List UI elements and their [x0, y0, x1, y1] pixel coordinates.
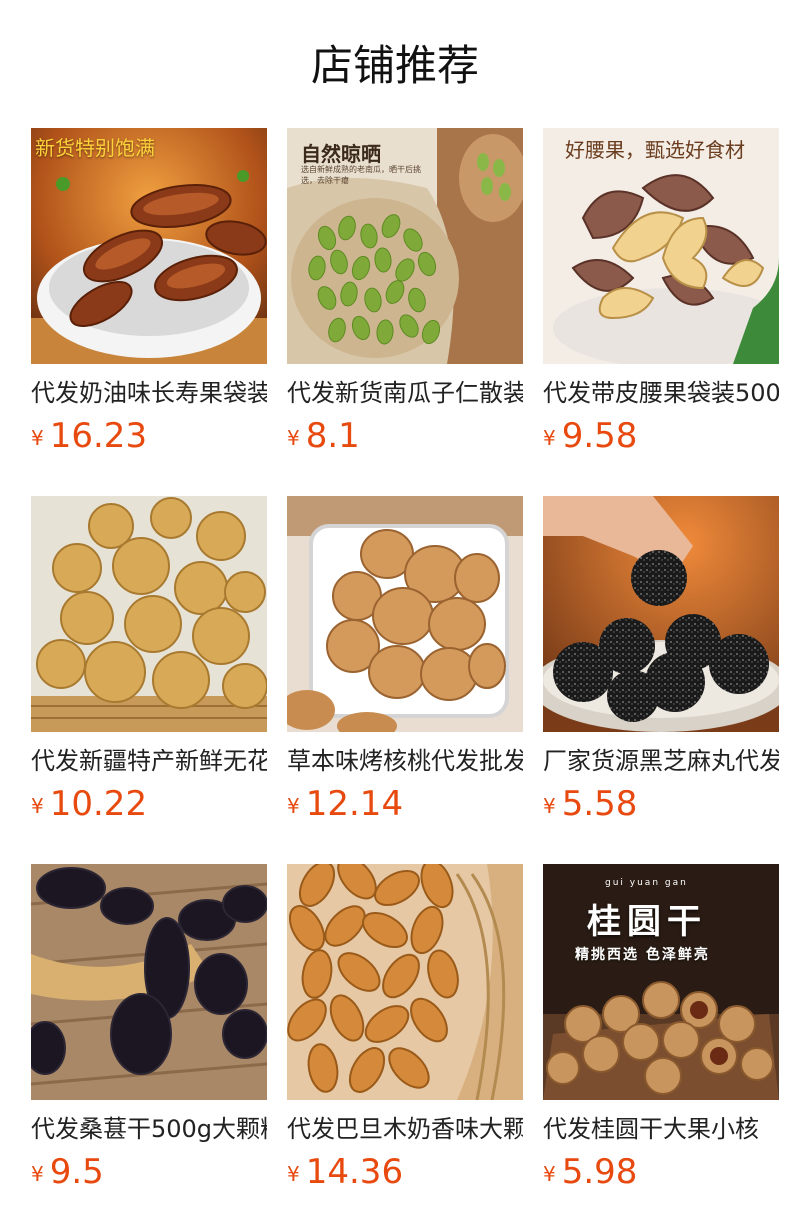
- price-amount: 5.98: [561, 1152, 638, 1192]
- currency-symbol: ¥: [31, 794, 44, 818]
- product-price: ¥14.36: [287, 1150, 523, 1200]
- price-amount: 14.36: [305, 1152, 404, 1192]
- product-price: ¥12.14: [287, 782, 523, 832]
- dried-longan-image[interactable]: gui yuan gan 桂圆干 精挑西选 色泽鲜亮: [543, 864, 779, 1100]
- product-name[interactable]: 厂家货源黑芝麻丸代发: [543, 744, 779, 778]
- product-card[interactable]: 代发桑葚干500g大颗粒 ¥9.5: [31, 864, 267, 1232]
- image-caption: 好腰果，甄选好食材: [565, 138, 745, 162]
- product-price: ¥10.22: [31, 782, 267, 832]
- product-name[interactable]: 草本味烤核桃代发批发: [287, 744, 523, 778]
- currency-symbol: ¥: [287, 426, 300, 450]
- price-amount: 9.5: [49, 1152, 104, 1192]
- product-name[interactable]: 代发巴旦木奶香味大颗粒: [287, 1112, 523, 1146]
- product-grid: 新货特别饱满 代发奶油味长寿果袋装 ¥16.23 自然晾晒 选自新鲜成熟的老南瓜…: [31, 128, 781, 1232]
- image-slogan: 精挑西选 色泽鲜亮: [575, 947, 710, 963]
- price-amount: 9.58: [561, 416, 638, 456]
- dried-mulberry-image[interactable]: [31, 864, 267, 1100]
- product-price: ¥9.58: [543, 414, 779, 464]
- product-card[interactable]: 新货特别饱满 代发奶油味长寿果袋装 ¥16.23: [31, 128, 267, 496]
- currency-symbol: ¥: [287, 794, 300, 818]
- product-card[interactable]: 代发巴旦木奶香味大颗粒 ¥14.36: [287, 864, 523, 1232]
- image-subcaption: 选自新鲜成熟的老南瓜，晒干后挑选，去除干瘪: [301, 165, 421, 185]
- currency-symbol: ¥: [543, 794, 556, 818]
- dried-fig-image[interactable]: [31, 496, 267, 732]
- product-card[interactable]: 厂家货源黑芝麻丸代发 ¥5.58: [543, 496, 779, 864]
- currency-symbol: ¥: [543, 426, 556, 450]
- price-amount: 16.23: [49, 416, 148, 456]
- currency-symbol: ¥: [287, 1162, 300, 1186]
- image-caption: 桂圆干: [587, 902, 707, 942]
- almond-image[interactable]: [287, 864, 523, 1100]
- product-name[interactable]: 代发新货南瓜子仁散装: [287, 376, 523, 410]
- currency-symbol: ¥: [31, 1162, 44, 1186]
- price-amount: 10.22: [49, 784, 148, 824]
- product-name[interactable]: 代发带皮腰果袋装500g: [543, 376, 779, 410]
- image-pinyin: gui yuan gan: [605, 878, 688, 888]
- black-sesame-ball-image[interactable]: [543, 496, 779, 732]
- product-price: ¥8.1: [287, 414, 523, 464]
- product-price: ¥9.5: [31, 1150, 267, 1200]
- page-title: 店铺推荐: [310, 41, 479, 90]
- product-price: ¥16.23: [31, 414, 267, 464]
- currency-symbol: ¥: [31, 426, 44, 450]
- currency-symbol: ¥: [543, 1162, 556, 1186]
- product-card[interactable]: 自然晾晒 选自新鲜成熟的老南瓜，晒干后挑选，去除干瘪 代发新货南瓜子仁散装 ¥8…: [287, 128, 523, 496]
- product-price: ¥5.58: [543, 782, 779, 832]
- product-name[interactable]: 代发桂圆干大果小核: [543, 1112, 779, 1146]
- walnut-image[interactable]: [287, 496, 523, 732]
- pecan-image[interactable]: 新货特别饱满: [31, 128, 267, 364]
- price-amount: 8.1: [305, 416, 360, 456]
- product-name[interactable]: 代发奶油味长寿果袋装: [31, 376, 267, 410]
- image-caption: 自然晾晒: [301, 142, 381, 166]
- product-card[interactable]: gui yuan gan 桂圆干 精挑西选 色泽鲜亮 代发桂圆干大果小核 ¥5.…: [543, 864, 779, 1232]
- pumpkin-seed-image[interactable]: 自然晾晒 选自新鲜成熟的老南瓜，晒干后挑选，去除干瘪: [287, 128, 523, 364]
- product-card[interactable]: 草本味烤核桃代发批发 ¥12.14: [287, 496, 523, 864]
- product-name[interactable]: 代发新疆特产新鲜无花果: [31, 744, 267, 778]
- product-price: ¥5.98: [543, 1150, 779, 1200]
- product-card[interactable]: 好腰果，甄选好食材 代发带皮腰果袋装500g ¥9.58: [543, 128, 779, 496]
- cashew-image[interactable]: 好腰果，甄选好食材: [543, 128, 779, 364]
- price-amount: 12.14: [305, 784, 404, 824]
- price-amount: 5.58: [561, 784, 638, 824]
- product-name[interactable]: 代发桑葚干500g大颗粒: [31, 1112, 267, 1146]
- product-card[interactable]: 代发新疆特产新鲜无花果 ¥10.22: [31, 496, 267, 864]
- image-caption: 新货特别饱满: [35, 136, 155, 160]
